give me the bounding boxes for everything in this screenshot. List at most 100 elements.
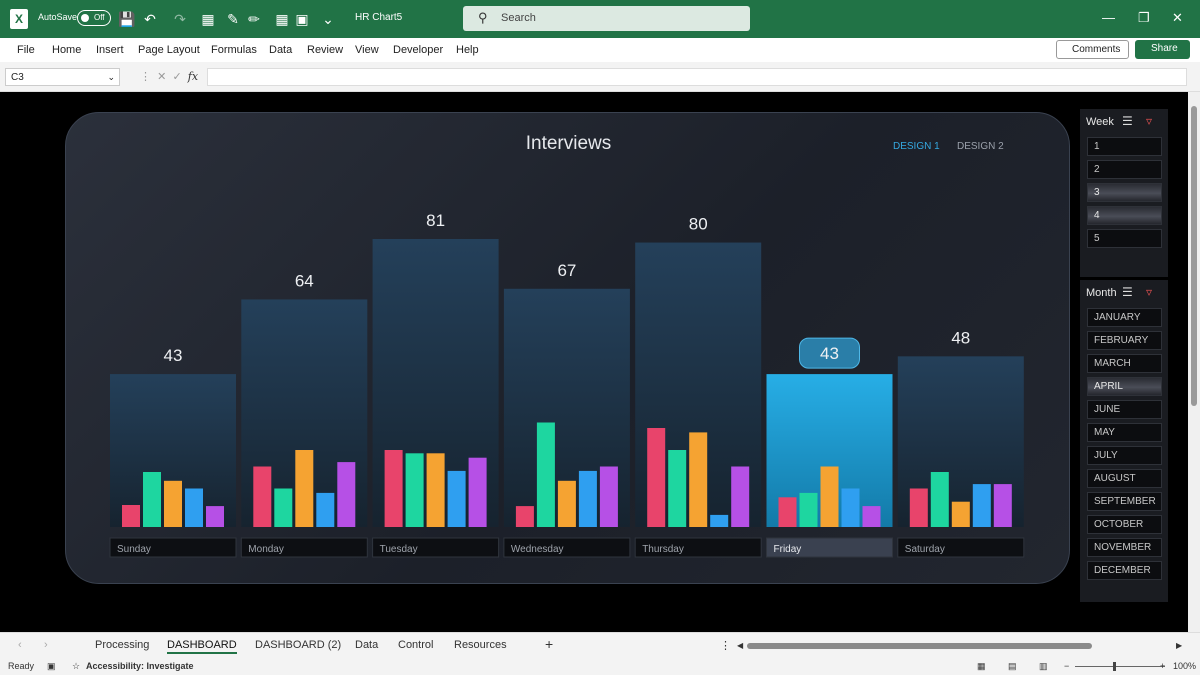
week-slicer-item[interactable]: 5 [1087,229,1162,248]
scroll-left-icon[interactable]: ◀ [737,641,743,650]
week-slicer-title: Week [1086,116,1114,128]
tab-view[interactable]: View [355,44,379,56]
next-sheet-icon[interactable]: › [44,639,48,651]
data-label-friday: 43 [820,344,839,363]
clear-filter-icon[interactable]: ▿ [1146,285,1152,299]
zoom-slider[interactable] [1075,666,1165,667]
tab-page-layout[interactable]: Page Layout [138,44,200,56]
mini-bar [972,484,991,527]
prev-sheet-icon[interactable]: ‹ [18,639,22,651]
tab-file[interactable]: File [17,44,35,56]
borders-icon[interactable]: ▦ [200,9,216,29]
week-slicer-item[interactable]: 1 [1087,137,1162,156]
tab-formulas[interactable]: Formulas [211,44,257,56]
status-ready: Ready [8,661,35,671]
tab-home[interactable]: Home [52,44,81,56]
zoom-slider-handle[interactable] [1113,662,1116,671]
month-slicer-item-label: MAY [1094,427,1115,438]
accessibility-status[interactable]: Accessibility: Investigate [86,661,194,671]
month-slicer-item[interactable]: JUNE [1087,400,1162,419]
clear-filter-icon[interactable]: ▿ [1146,114,1152,128]
tab-data[interactable]: Data [269,44,292,56]
week-slicer-item[interactable]: 2 [1087,160,1162,179]
page-layout-view-icon[interactable]: ▤ [1008,661,1017,672]
week-slicer: Week ☰ ▿ 1 2 3 4 5 [1080,109,1168,277]
sheet-tab-data[interactable]: Data [355,639,378,651]
month-slicer-item[interactable]: DECEMBER [1087,561,1162,580]
month-slicer-item[interactable]: NOVEMBER [1087,538,1162,557]
accessibility-icon[interactable]: ☆ [72,661,80,672]
format-painter-icon[interactable]: ✎ [225,9,241,29]
mini-bar [909,488,928,527]
month-slicer-item[interactable]: FEBRUARY [1087,331,1162,350]
mini-bar [820,466,839,527]
tab-developer[interactable]: Developer [393,44,443,56]
macro-record-icon[interactable]: ▣ [47,661,56,672]
data-label-tuesday: 81 [426,211,445,230]
mini-bar [930,472,949,527]
multi-select-icon[interactable]: ☰ [1122,114,1133,128]
name-box[interactable]: C3 ⌄ [5,68,120,86]
month-slicer-item-label: AUGUST [1094,473,1136,484]
month-slicer-item[interactable]: APRIL [1087,377,1162,396]
customize-toolbar-icon[interactable]: ⌄ [320,9,336,29]
scroll-right-icon[interactable]: ▶ [1176,641,1182,650]
zoom-level[interactable]: 100% [1173,661,1196,671]
category-label-friday: Friday [774,544,802,555]
mini-bar [710,514,729,527]
close-icon[interactable]: ✕ [1172,10,1183,26]
table-icon[interactable]: ▦ [274,9,290,29]
mini-bar [515,506,534,527]
month-slicer-item[interactable]: JANUARY [1087,308,1162,327]
shapes-icon[interactable]: ▣ [294,9,310,29]
search-box[interactable]: ⚲ Search [463,6,750,31]
restore-icon[interactable]: ❐ [1138,10,1150,26]
mini-bar [143,472,161,527]
mini-bar [122,505,140,527]
fx-label[interactable]: fx [188,70,198,83]
horizontal-scroll-thumb[interactable] [747,643,1092,649]
more-options-icon[interactable]: ⋮ [720,639,731,652]
comments-button[interactable]: Comments [1056,40,1129,59]
highlight-icon[interactable]: ✏ [246,9,262,29]
undo-icon[interactable]: ↶ [142,9,158,29]
month-slicer-item[interactable]: MARCH [1087,354,1162,373]
document-title[interactable]: HR Chart5 [355,12,402,23]
normal-view-icon[interactable]: ▦ [977,661,986,672]
sheet-tab-dashboard[interactable]: DASHBOARD [167,639,237,654]
tab-help[interactable]: Help [456,44,479,56]
mini-bar [185,488,203,527]
save-icon[interactable]: 💾 [118,9,135,29]
sheet-tab-dashboard-2[interactable]: DASHBOARD (2) [255,639,341,651]
chevron-down-icon[interactable]: ⌄ [107,72,115,83]
week-slicer-item[interactable]: 4 [1087,206,1162,225]
interviews-chart: 43 Sunday 64 Monday 81 Tuesday 67 Wednesday 80 Th… [109,211,1025,558]
formula-input[interactable] [207,68,1187,86]
week-slicer-item[interactable]: 3 [1087,183,1162,202]
add-sheet-button[interactable]: + [545,636,553,652]
zoom-out-icon[interactable]: − [1064,661,1069,671]
month-slicer-item[interactable]: JULY [1087,446,1162,465]
vertical-scroll-thumb[interactable] [1191,106,1197,406]
share-button[interactable]: Share [1135,40,1190,59]
month-slicer-item[interactable]: MAY [1087,423,1162,442]
page-break-view-icon[interactable]: ▥ [1039,661,1048,672]
redo-icon[interactable]: ↷ [172,9,188,29]
month-slicer-item[interactable]: OCTOBER [1087,515,1162,534]
month-slicer-item-label: DECEMBER [1094,565,1151,576]
sheet-tab-resources[interactable]: Resources [454,639,507,651]
sheet-tab-processing[interactable]: Processing [95,639,149,651]
search-placeholder: Search [501,12,536,24]
week-slicer-item-label: 2 [1094,164,1100,175]
minimize-icon[interactable]: — [1102,10,1115,25]
month-slicer-item[interactable]: AUGUST [1087,469,1162,488]
zoom-in-icon[interactable]: + [1160,661,1165,671]
sheet-tab-control[interactable]: Control [398,639,433,651]
vertical-scrollbar[interactable] [1188,92,1200,632]
cancel-enter-icons[interactable]: ⋮ ✕ ✓ fx [140,70,198,83]
tab-review[interactable]: Review [307,44,343,56]
multi-select-icon[interactable]: ☰ [1122,285,1133,299]
month-slicer-item[interactable]: SEPTEMBER [1087,492,1162,511]
autosave-toggle[interactable]: Off [77,10,111,26]
tab-insert[interactable]: Insert [96,44,124,56]
